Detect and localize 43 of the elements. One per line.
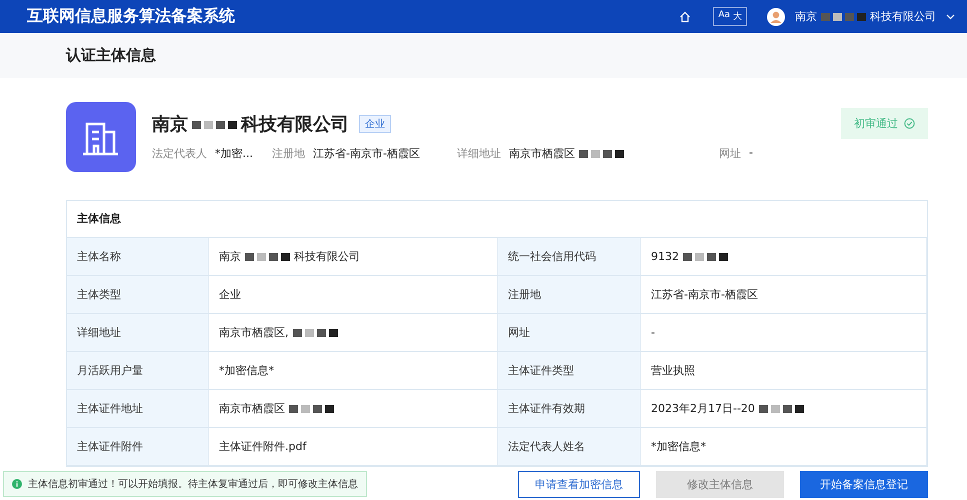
- table-cell: 法定代表人姓名: [498, 428, 641, 465]
- building-icon: [66, 102, 136, 172]
- table-cell: 2023年2月17日--20: [641, 390, 927, 427]
- table-cell: 月活跃用户量: [67, 352, 209, 389]
- table-cell: 营业执照: [641, 352, 927, 389]
- table-cell: 南京市栖霞区,: [209, 314, 498, 351]
- entity-type-tag: 企业: [359, 115, 391, 133]
- table-cell: -: [641, 314, 927, 351]
- avatar-icon[interactable]: [767, 8, 785, 26]
- table-cell: 主体名称: [67, 238, 209, 275]
- user-name[interactable]: 南京 科技有限公司: [795, 9, 936, 24]
- field-label: 详细地址: [457, 146, 501, 161]
- home-icon[interactable]: [679, 10, 692, 22]
- caret-icon[interactable]: [946, 14, 955, 20]
- table-cell: 主体证件有效期: [498, 390, 641, 427]
- status-badge: 初审通过: [841, 108, 928, 139]
- table-cell: 南京市栖霞区: [209, 390, 498, 427]
- page-title: 认证主体信息: [66, 46, 156, 65]
- field-label: 注册地: [272, 146, 305, 161]
- table-cell: 统一社会信用代码: [498, 238, 641, 275]
- table-cell: 9132: [641, 238, 927, 275]
- app-title: 互联网信息服务算法备案系统: [27, 6, 235, 27]
- field-value: *加密...: [215, 146, 253, 161]
- table-cell: 南京 科技有限公司: [209, 238, 498, 275]
- field-value: 南京市栖霞区: [509, 146, 628, 161]
- field-label: 法定代表人: [152, 146, 207, 161]
- field-value: 江苏省-南京市-栖霞区: [313, 146, 420, 161]
- field-label: 网址: [719, 146, 741, 161]
- table-cell: 主体证件类型: [498, 352, 641, 389]
- company-name: 南京 科技有限公司: [152, 113, 349, 136]
- table-cell: 网址: [498, 314, 641, 351]
- table-cell: 主体证件附件: [67, 428, 209, 465]
- action-button[interactable]: 申请查看加密信息: [518, 470, 640, 498]
- field-value: -: [749, 146, 753, 161]
- table-cell: 江苏省-南京市-栖霞区: [641, 276, 927, 313]
- notice-banner: 主体信息初审通过！可以开始填报。待主体复审通过后，即可修改主体信息: [3, 471, 367, 497]
- table-cell: 主体类型: [67, 276, 209, 313]
- table-cell: 注册地: [498, 276, 641, 313]
- font-size-toggle[interactable]: Aa 大: [713, 7, 747, 26]
- action-button[interactable]: 开始备案信息登记: [800, 470, 928, 498]
- table-cell: *加密信息*: [641, 428, 927, 465]
- table-cell: 详细地址: [67, 314, 209, 351]
- table-cell: 主体证件地址: [67, 390, 209, 427]
